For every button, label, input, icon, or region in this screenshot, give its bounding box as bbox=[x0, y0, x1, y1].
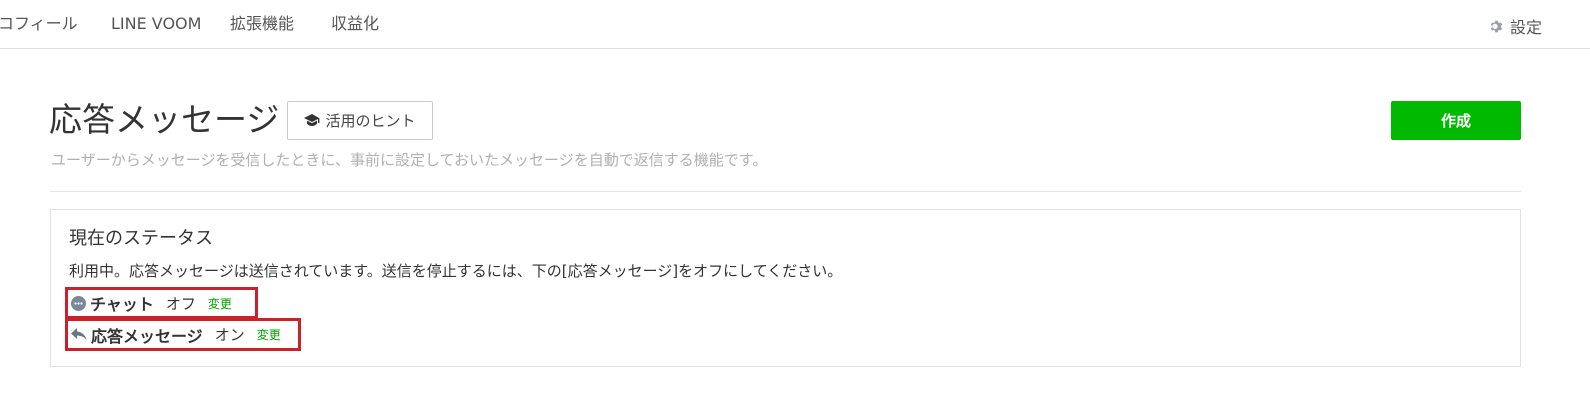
nav-item-monetization[interactable]: 収益化 bbox=[331, 14, 379, 34]
status-row-auto-reply: 応答メッセージ オン 変更 bbox=[65, 318, 301, 351]
page-title: 応答メッセージ bbox=[49, 100, 280, 139]
status-row-value: オフ bbox=[165, 294, 196, 313]
page-description: ユーザーからメッセージを受信したときに、事前に設定しておいたメッセージを自動で返… bbox=[51, 151, 768, 169]
status-heading: 現在のステータス bbox=[69, 228, 213, 249]
status-description: 利用中。応答メッセージは送信されています。送信を停止するには、下の[応答メッセー… bbox=[69, 262, 843, 280]
status-row-value: オン bbox=[214, 326, 245, 344]
gear-icon bbox=[1489, 19, 1504, 34]
change-chat-link[interactable]: 変更 bbox=[208, 295, 232, 312]
status-row-name: チャット bbox=[90, 295, 154, 314]
settings-label: 設定 bbox=[1509, 18, 1542, 37]
usage-hint-label: 活用のヒント bbox=[325, 113, 416, 130]
divider bbox=[50, 191, 1521, 192]
nav-item-line-voom[interactable]: LINE VOOM bbox=[111, 14, 201, 34]
nav-item-extensions[interactable]: 拡張機能 bbox=[230, 14, 294, 34]
status-row-chat: チャット オフ 変更 bbox=[65, 287, 258, 319]
usage-hint-button[interactable]: 活用のヒント bbox=[287, 101, 433, 140]
reply-arrow-icon bbox=[71, 327, 87, 342]
status-row-name: 応答メッセージ bbox=[91, 326, 203, 346]
top-navigation: コフィール LINE VOOM 拡張機能 収益化 設定 bbox=[0, 0, 1590, 49]
nav-item-profile[interactable]: コフィール bbox=[0, 14, 78, 34]
change-auto-reply-link[interactable]: 変更 bbox=[257, 326, 281, 343]
status-panel: 現在のステータス 利用中。応答メッセージは送信されています。送信を停止するには、… bbox=[50, 209, 1521, 367]
settings-link[interactable]: 設定 bbox=[1489, 14, 1542, 38]
create-button[interactable]: 作成 bbox=[1391, 101, 1521, 140]
graduation-cap-icon bbox=[304, 114, 320, 127]
chat-bubble-icon bbox=[71, 295, 86, 311]
